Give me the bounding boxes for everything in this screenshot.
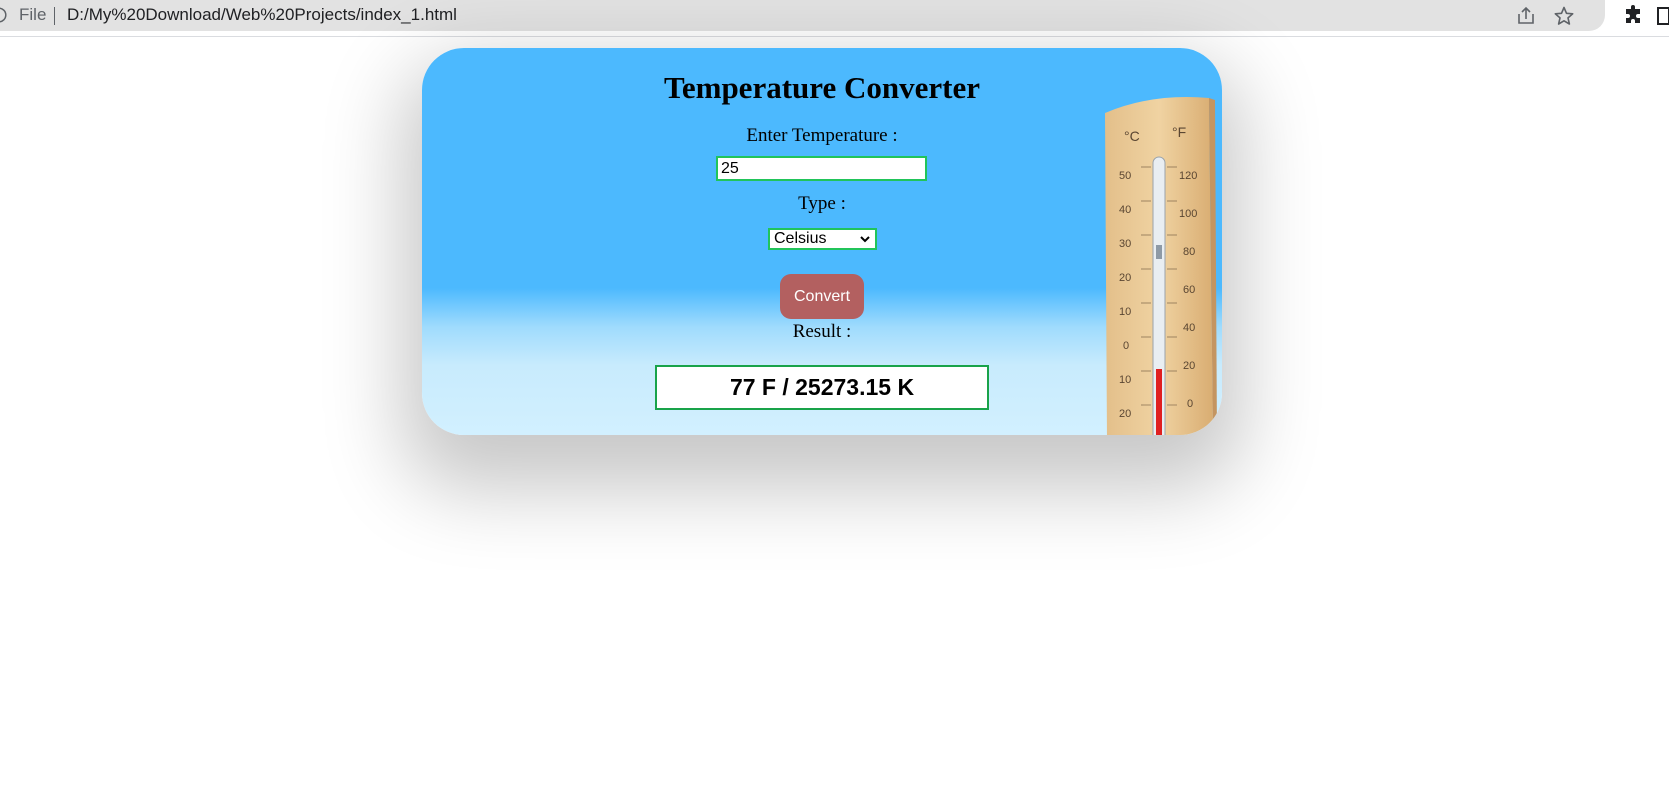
address-bar[interactable]: File D:/My%20Download/Web%20Projects/ind… [0, 0, 1605, 31]
fahrenheit-tick-label: 0 [1187, 398, 1193, 410]
scheme-separator [54, 7, 55, 25]
celsius-tick-label: 20 [1119, 408, 1131, 420]
fahrenheit-tick-label: 20 [1183, 360, 1195, 372]
share-icon[interactable] [1515, 5, 1537, 27]
type-label: Type : [798, 193, 846, 214]
fahrenheit-tick-label: 120 [1179, 170, 1197, 182]
convert-button[interactable]: Convert [780, 274, 864, 319]
info-icon[interactable] [0, 7, 7, 23]
browser-toolbar: File D:/My%20Download/Web%20Projects/ind… [0, 0, 1669, 37]
fahrenheit-tick-label: 80 [1183, 246, 1195, 258]
unit-type-select[interactable]: Celsius [768, 228, 877, 250]
side-panel-icon[interactable] [1655, 6, 1669, 26]
converter-card: °C °F 50 40 30 20 10 0 10 20 120 100 80 … [422, 48, 1222, 435]
page-title: Temperature Converter [664, 70, 980, 105]
celsius-tick-label: 10 [1119, 374, 1131, 386]
extensions-icon[interactable] [1623, 4, 1645, 26]
chevron-down-icon [860, 236, 870, 243]
thermometer-mercury [1156, 369, 1162, 435]
star-icon[interactable] [1553, 5, 1575, 27]
celsius-tick-label: 30 [1119, 238, 1131, 250]
celsius-tick-label: 50 [1119, 170, 1131, 182]
celsius-tick-label: 20 [1119, 272, 1131, 284]
unit-type-selected: Celsius [774, 230, 827, 247]
url-text[interactable]: D:/My%20Download/Web%20Projects/index_1.… [67, 5, 457, 25]
enter-temperature-label: Enter Temperature : [746, 125, 898, 146]
file-scheme-label: File [19, 5, 47, 24]
fahrenheit-tick-label: 60 [1183, 284, 1195, 296]
celsius-tick-label: 10 [1119, 306, 1131, 318]
result-label: Result : [792, 321, 852, 342]
result-output: 77 F / 25273.15 K [655, 365, 989, 410]
temperature-input[interactable] [716, 156, 927, 181]
